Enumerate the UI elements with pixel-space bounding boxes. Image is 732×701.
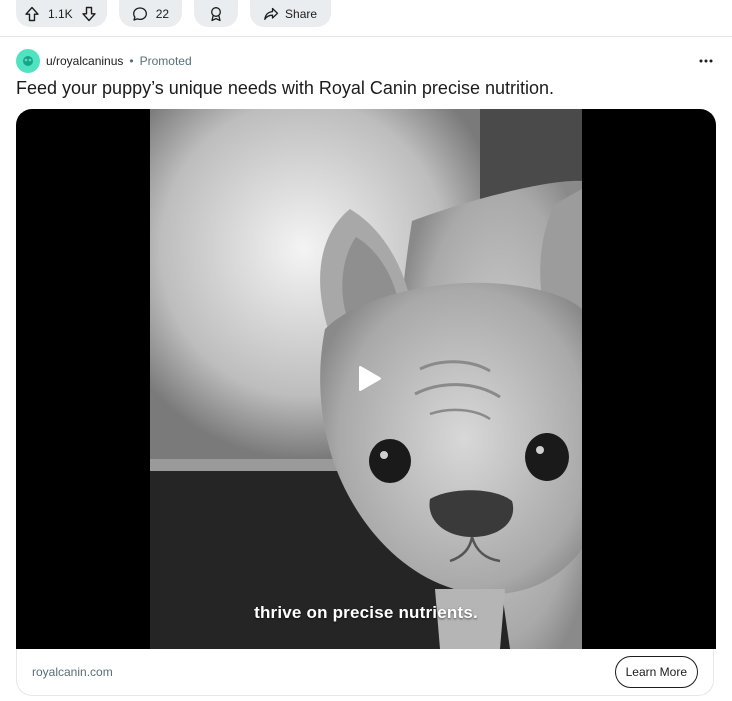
video-caption: thrive on precise nutrients. (254, 603, 478, 622)
ad-footer: royalcanin.com Learn More (16, 649, 714, 696)
vote-group: 1.1K (16, 0, 107, 27)
share-icon (263, 6, 279, 22)
author-link[interactable]: u/royalcaninus (46, 54, 123, 68)
post-header: u/royalcaninus • Promoted (16, 49, 716, 73)
meta-separator: • (129, 54, 134, 68)
learn-more-button[interactable]: Learn More (614, 656, 698, 688)
award-button[interactable] (194, 0, 239, 27)
avatar[interactable] (16, 49, 40, 73)
downvote-icon[interactable] (81, 6, 97, 22)
share-button[interactable]: Share (250, 0, 332, 27)
comment-count: 22 (155, 6, 170, 21)
comments-button[interactable]: 22 (118, 0, 183, 27)
more-options-icon[interactable] (696, 49, 716, 73)
divider (0, 36, 732, 37)
post-action-bar: 1.1K 22 Share (16, 0, 332, 27)
play-icon[interactable] (353, 364, 383, 399)
post-title[interactable]: Feed your puppy’s unique needs with Roya… (16, 78, 554, 99)
award-icon (208, 6, 224, 22)
video-player[interactable]: thrive on precise nutrients. (16, 109, 716, 649)
vote-count: 1.1K (48, 6, 73, 21)
share-label: Share (285, 6, 318, 21)
promoted-label: Promoted (139, 54, 192, 68)
comment-icon (132, 6, 148, 22)
ad-domain[interactable]: royalcanin.com (32, 665, 113, 679)
upvote-icon[interactable] (24, 6, 40, 22)
